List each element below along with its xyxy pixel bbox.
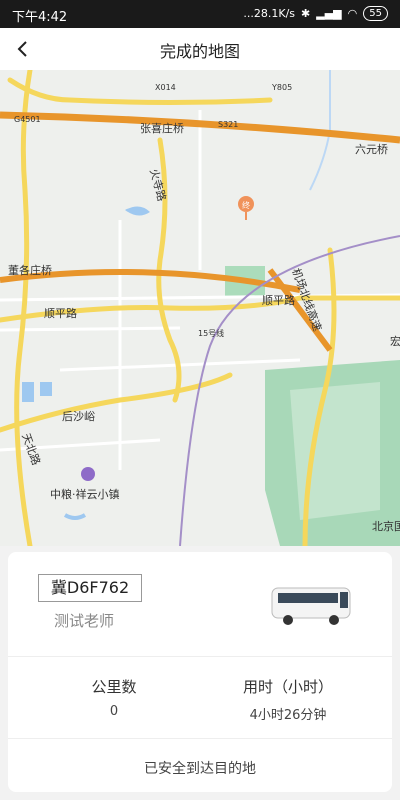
divider [8,738,392,739]
nav-bar: 完成的地图 [0,28,400,70]
map-label-s321: S321 [218,120,238,129]
license-plate: 冀D6F762 [38,574,142,602]
map-label-houshayu: 后沙峪 [62,410,95,423]
signal-icon: ▂▄▆ [316,7,342,20]
map-label-donggezhuang: 董各庄桥 [8,263,52,277]
duration-value: 4小时26分钟 [249,708,327,723]
wifi-icon: ◠ [347,7,358,20]
map-label-zhongliang: 中粮·祥云小镇 [50,487,120,501]
map-label-liuyuan: 六元桥 [355,143,388,156]
map-label-hong: 宏 [390,334,400,348]
status-time: 下午4:42 [12,10,68,25]
map-label-beijing-intl: 北京国际 [372,519,400,533]
map-label-g4501: G4501 [14,115,41,124]
network-speed: ...28.1K/s [243,7,296,20]
map-label-y805: Y805 [271,83,292,92]
bus-icon [271,587,351,625]
map-label-shunping-2: 顺平路 [262,294,295,307]
trip-summary-card: 冀D6F762 测试老师 公里数 0 用时（小时） 4小时26分钟 已安全到达目… [8,552,392,792]
map-label-line15: 15号线 [198,328,224,338]
map-label-shunping-1: 顺平路 [44,307,77,320]
duration-label: 用时（小时） [242,678,333,696]
bluetooth-icon: ✱ [301,7,311,20]
map-canvas: 张喜庄桥 S321 六元桥 火寺路 董各庄桥 顺平路 顺平路 机场北线高速 15… [0,70,400,546]
page-title: 完成的地图 [159,42,240,61]
status-bar: 下午4:42 ...28.1K/s ✱ ▂▄▆ ◠ 55 [0,0,400,28]
destination-marker-label: 终 [242,200,250,210]
status-icons: ...28.1K/s ✱ ▂▄▆ ◠ 55 [243,6,388,21]
trip-status: 已安全到达目的地 [144,761,256,777]
battery-icon: 55 [363,6,388,21]
route-map[interactable]: 张喜庄桥 S321 六元桥 火寺路 董各庄桥 顺平路 顺平路 机场北线高速 15… [0,70,400,546]
poi-icon [81,467,95,481]
map-label-zhangxizhuang: 张喜庄桥 [140,121,184,135]
map-label-x014: X014 [155,83,176,92]
driver-name: 测试老师 [54,612,115,630]
distance-label: 公里数 [91,678,137,696]
divider [8,656,392,657]
distance-value: 0 [109,704,119,719]
